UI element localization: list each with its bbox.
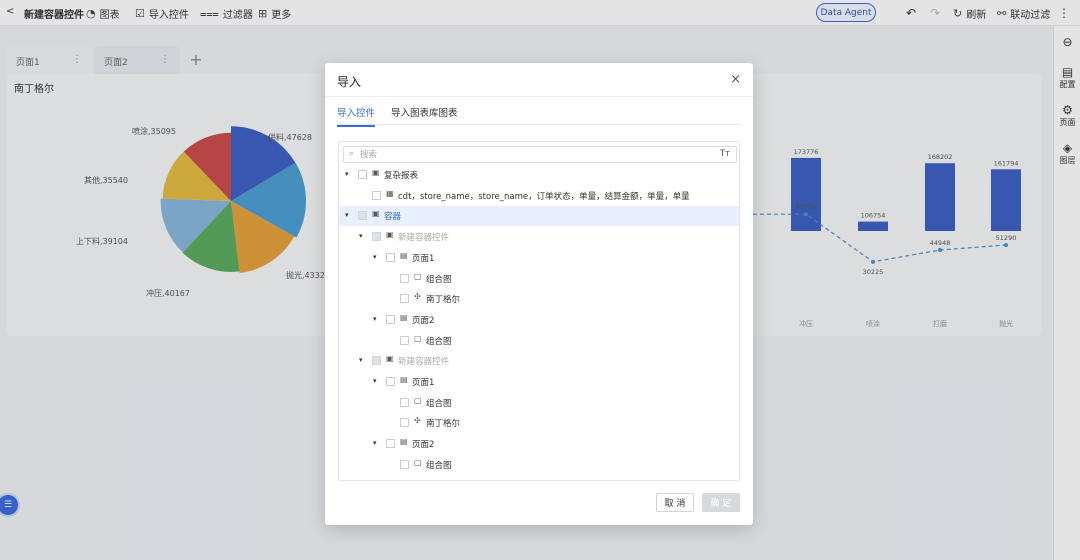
report-icon: ▣ xyxy=(372,168,380,177)
tree-row-label: 页面2 xyxy=(412,315,435,326)
page-icon: ▤ xyxy=(400,437,408,447)
container-icon: ▣ xyxy=(386,230,394,240)
expand-arrow-icon[interactable]: ▾ xyxy=(359,232,363,240)
tree-row[interactable]: ▾ ▤ 页面2 xyxy=(339,434,739,454)
cancel-button[interactable]: 取 消 xyxy=(656,493,694,512)
control-tree: ⌕ Tт ▾ ▣ 复杂报表 ▦ cdt，store_name，store_name，订单… xyxy=(338,141,740,481)
container-icon: ▣ xyxy=(386,354,394,364)
tree-checkbox[interactable] xyxy=(400,335,409,345)
tree-checkbox[interactable] xyxy=(400,273,409,283)
tree-row-label: cdt，store_name，store_name，订单状态，单量，结算金额，单… xyxy=(398,191,690,202)
tree-checkbox[interactable] xyxy=(386,252,395,262)
search-box: ⌕ Tт xyxy=(343,146,737,163)
tab-import-library-chart[interactable]: 导入图表库图表 xyxy=(391,105,458,125)
expand-arrow-icon[interactable]: ▾ xyxy=(373,315,377,323)
confirm-button[interactable]: 确 定 xyxy=(702,493,740,512)
tree-row[interactable]: ▾ ▣ 新建容器控件 xyxy=(339,351,739,371)
nightingale-icon: ✣ xyxy=(414,292,421,302)
tree-row[interactable]: ▦ cdt，store_name，store_name，订单状态，单量，结算金额，… xyxy=(339,186,739,206)
expand-arrow-icon[interactable]: ▾ xyxy=(373,439,377,447)
tree-row[interactable]: ▢ 组合图 xyxy=(339,331,739,351)
tree-checkbox[interactable] xyxy=(400,459,409,469)
tree-row-label: 组合图 xyxy=(426,274,452,285)
tree-row-label: 页面2 xyxy=(412,440,435,451)
tree-row[interactable]: ▾ ▣ 新建容器控件 xyxy=(339,227,739,247)
tree-checkbox[interactable] xyxy=(400,397,409,407)
table-icon: ▦ xyxy=(386,188,394,198)
combo-chart-icon: ▢ xyxy=(414,271,422,281)
combo-chart-icon: ▢ xyxy=(414,395,422,405)
tree-row-label: 页面1 xyxy=(412,378,435,388)
tree-checkbox[interactable] xyxy=(386,377,395,386)
tree-row[interactable]: ▢ 组合图 xyxy=(339,393,739,413)
tree-checkbox[interactable] xyxy=(400,294,409,304)
tree-row-label: 页面1 xyxy=(412,253,435,264)
tree-checkbox[interactable] xyxy=(358,170,367,179)
combo-chart-icon: ▢ xyxy=(414,333,422,343)
tree-row-label: 新建容器控件 xyxy=(398,357,450,368)
import-dialog: 导入 × 导入控件 导入图表库图表 ⌕ Tт ▾ ▣ 复杂报表 ▦ cdt，store_… xyxy=(325,63,753,525)
tree-row[interactable]: ▾ ▤ 页面1 xyxy=(339,372,739,392)
tree-row-label: 复杂报表 xyxy=(384,171,419,181)
tree-row-label: 组合图 xyxy=(426,460,452,471)
close-icon[interactable]: × xyxy=(730,72,741,87)
page-icon: ▤ xyxy=(400,312,408,322)
tree-row[interactable]: ▾ ▣ 复杂报表 xyxy=(339,165,739,185)
dialog-title: 导入 xyxy=(337,75,362,89)
tree-row[interactable]: ▢ 组合图 xyxy=(339,455,739,475)
tree-checkbox[interactable] xyxy=(372,232,381,242)
tree-row-label: 南丁格尔 xyxy=(426,419,461,430)
container-icon: ▣ xyxy=(372,209,380,219)
text-format-icon[interactable]: Tт xyxy=(720,149,730,159)
tree-checkbox[interactable] xyxy=(400,418,409,428)
search-input[interactable] xyxy=(360,148,710,161)
search-icon: ⌕ xyxy=(349,149,355,159)
tree-row[interactable]: ✣ 南丁格尔 xyxy=(339,289,739,309)
tree-row[interactable]: ▾ ▣ 容器 xyxy=(339,206,739,227)
expand-arrow-icon[interactable]: ▾ xyxy=(359,356,363,364)
tree-row-label: 组合图 xyxy=(426,336,452,347)
tree-checkbox[interactable] xyxy=(372,190,381,200)
tree-row-label: 容器 xyxy=(384,212,402,223)
nightingale-icon: ✣ xyxy=(414,416,421,426)
expand-arrow-icon[interactable]: ▾ xyxy=(345,170,349,178)
tree-checkbox[interactable] xyxy=(386,439,395,449)
expand-arrow-icon[interactable]: ▾ xyxy=(373,253,377,261)
tree-row[interactable]: ▾ ▤ 页面1 xyxy=(339,248,739,268)
expand-arrow-icon[interactable]: ▾ xyxy=(373,377,377,385)
dialog-tabs: 导入控件 导入图表库图表 xyxy=(337,105,741,127)
tree-row-label: 南丁格尔 xyxy=(426,295,461,306)
tree-row-label: 组合图 xyxy=(426,398,452,409)
page-icon: ▤ xyxy=(400,375,408,384)
tab-import-control[interactable]: 导入控件 xyxy=(337,105,376,127)
page-icon: ▤ xyxy=(400,250,408,260)
tree-row[interactable]: ✣ 南丁格尔 xyxy=(339,413,739,433)
tree-row-label: 新建容器控件 xyxy=(398,233,450,244)
tree-checkbox[interactable] xyxy=(372,356,381,366)
tree-checkbox[interactable] xyxy=(358,211,367,221)
expand-arrow-icon[interactable]: ▾ xyxy=(345,211,349,219)
tree-row[interactable]: ▾ ▤ 页面2 xyxy=(339,310,739,330)
tree-checkbox[interactable] xyxy=(386,314,395,324)
tree-row[interactable]: ▢ 组合图 xyxy=(339,269,739,289)
combo-chart-icon: ▢ xyxy=(414,457,422,467)
dialog-header: 导入 × xyxy=(325,63,753,97)
